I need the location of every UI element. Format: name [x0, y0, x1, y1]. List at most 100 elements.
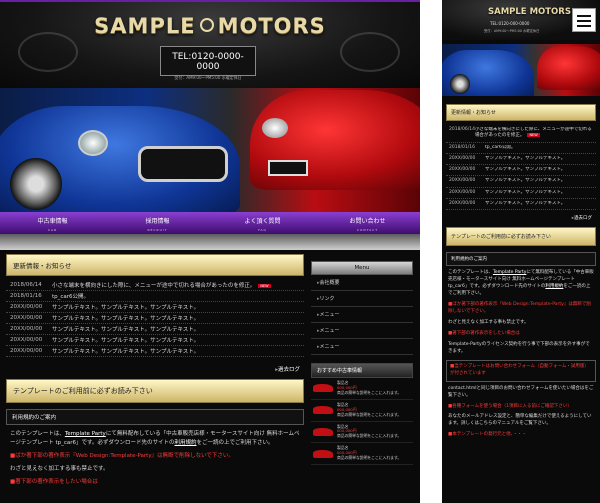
tel-number: TEL:0120-0000-0000 — [172, 52, 244, 72]
news-row: 20XX/00/00 サンプルテキスト。サンプルテキスト。 — [446, 176, 596, 188]
license-plate-icon — [268, 160, 308, 176]
mobile-hero-image — [442, 44, 600, 96]
global-nav: 中古車情報 CAR 採用情報 RECRUIT よく頂く質問 FAQ お問い合わせ CON… — [0, 212, 420, 234]
logo-text-right: MOTORS — [217, 14, 326, 38]
news-row: 20XX/00/00 サンプルテキスト。サンプルテキスト。 — [446, 154, 596, 166]
mobile-header: SAMPLE MOTORS TEL:0120-000-0000 受付：AM9:0… — [442, 0, 600, 40]
car-desc: 商品の簡単な説明をここに入れます。 — [337, 455, 402, 461]
mobile-news-list: 2018/06/14 小さな端末を横向きにした際に、メニューが途中で切れる場合があ… — [446, 125, 596, 211]
news-text: サンプルテキスト。サンプルテキスト。サンプルテキスト。 — [52, 327, 200, 333]
sidebar-item-menu[interactable]: メニュー — [311, 339, 413, 355]
sidebar-item-company[interactable]: 会社概要 — [311, 275, 413, 291]
mobile-past-log-link[interactable]: 過去ログ — [446, 215, 592, 221]
news-text[interactable]: tp_car6公開。 — [52, 292, 89, 300]
mobile-preview: SAMPLE MOTORS TEL:0120-000-0000 受付：AM9:0… — [442, 0, 600, 503]
terms-link[interactable]: 利用規約 — [545, 284, 563, 289]
news-date: 2018/01/16 — [449, 144, 475, 150]
mobile-license-note: Template-Partyのライセンス契約を行う事で下部の表示を外す事ができま… — [448, 342, 590, 355]
news-text: サンプルテキスト。サンプルテキスト。サンプルテキスト。 — [52, 338, 200, 344]
news-row: 20XX/00/00 サンプルテキスト。サンプルテキスト。サンプルテキスト。 — [6, 302, 304, 313]
news-row: 20XX/00/00 サンプルテキスト。サンプルテキスト。サンプルテキスト。 — [6, 324, 304, 335]
car-info: 製品名 000,000円 商品の簡単な説明をここに入れます。 — [337, 445, 402, 461]
mobile-terms-text: このテンプレートは、Template Partyにて無料配布している「中古車販売… — [448, 270, 594, 298]
mobile-tel: TEL:0120-000-0000 — [490, 21, 530, 26]
grille-icon — [138, 146, 228, 182]
menu-line — [577, 15, 591, 17]
hero-image — [0, 88, 420, 212]
red-car-illustration — [537, 46, 600, 90]
car-item[interactable]: 製品名 000,000円 商品の簡単な説明をここに入れます。 — [311, 400, 413, 422]
recommended-cars-title: おすすめ中古車情報 — [311, 363, 413, 378]
news-list: 2018/06/14 小さな端末を横向きにした際に、メニューが途中で切れる場合があ… — [6, 280, 304, 357]
mobile-form-note: contact.htmlと同じ項目のお問い合わせフォームを使いたい場合はをご覧下… — [448, 385, 594, 398]
mobile-content: 更新情報・お知らせ 2018/06/14 小さな端末を横向きにした際に、メニューが… — [446, 104, 596, 439]
hamburger-menu-icon[interactable] — [572, 8, 596, 32]
credit-note: わざと見えなく加工する事も禁止です。 — [10, 466, 109, 473]
nav-label: お問い合わせ — [349, 218, 386, 225]
ornament-right-icon — [340, 32, 400, 72]
desktop-preview: SAMPLE MOTORS TEL:0120-0000-0000 受付：AM9:0… — [0, 0, 420, 503]
mobile-terms-subheading: 利用規約のご案内 — [446, 252, 596, 267]
car-item[interactable]: 製品名 000,000円 商品の簡単な説明をここに入れます。 — [311, 443, 413, 466]
car-item[interactable]: 製品名 000,000円 商品の簡単な説明をここに入れます。 — [311, 378, 413, 400]
news-date: 20XX/00/00 — [10, 304, 43, 310]
nav-sub-label: CONTACT — [356, 228, 379, 232]
ornament-left-icon — [18, 32, 78, 72]
news-row: 20XX/00/00 サンプルテキスト。サンプルテキスト。 — [446, 165, 596, 177]
menu-line — [577, 25, 591, 27]
nav-item-faq[interactable]: よく頂く質問 FAQ — [210, 212, 315, 234]
mobile-credit-note: わざと見えなく加工する事も禁止です。 — [448, 320, 529, 326]
headlight-icon — [262, 118, 288, 138]
car-thumbnail — [313, 449, 333, 458]
credit-removal-note: ■著下部の著作表示をしたい場合は — [10, 479, 98, 486]
car-info: 製品名 000,000円 商品の簡単な説明をここに入れます。 — [337, 380, 401, 396]
car-thumbnail — [313, 427, 333, 436]
sidebar-item-menu[interactable]: メニュー — [311, 307, 413, 323]
terms-text-part: このテンプレートは、 — [448, 270, 493, 276]
nav-label: 中古車情報 — [37, 218, 68, 225]
car-item[interactable]: 製品名 000,000円 商品の簡単な説明をここに入れます。 — [311, 422, 413, 444]
logo-text-left: SAMPLE — [94, 14, 196, 38]
mobile-form-warning: ■各種フォームを使う場合（1項目に入る前にご確認下さい） — [448, 403, 572, 409]
mobile-hours: 受付：AM9:00〜PM5:00 水曜定休日 — [484, 29, 540, 33]
nav-item-car[interactable]: 中古車情報 CAR — [0, 212, 105, 234]
wheel-icon — [450, 74, 470, 94]
news-date: 20XX/00/00 — [449, 167, 476, 173]
template-party-link[interactable]: Template Party — [493, 270, 527, 275]
terms-subheading: 利用規約のご案内 — [6, 409, 304, 425]
new-badge: NEW — [258, 284, 271, 288]
mobile-template-notice-heading: テンプレートのご利用前に必ずお読み下さい — [446, 227, 596, 247]
car-desc: 商品の簡単な説明をここに入れます。 — [337, 411, 402, 417]
menu-line — [577, 20, 591, 22]
site-logo[interactable]: SAMPLE MOTORS — [0, 14, 420, 38]
sidebar-item-links[interactable]: リンク — [311, 291, 413, 307]
news-text[interactable]: tp_car6公開。 — [485, 145, 515, 151]
past-log-link[interactable]: 過去ログ — [6, 365, 300, 373]
nav-sub-label: CAR — [47, 228, 58, 232]
nav-label: 採用情報 — [145, 218, 170, 225]
news-text: 小さな端末を横向きにした際に、メニューが途中で切れる場合があったのを修正。 NEW — [475, 127, 593, 140]
news-row: 2018/01/16 tp_car6公開。 — [446, 143, 596, 154]
news-heading: 更新情報・お知らせ — [6, 254, 304, 276]
nav-sub-label: RECRUIT — [147, 228, 168, 232]
mobile-credit-removal-note: ■著下部の著作表示をしたい場合は — [448, 331, 520, 337]
terms-text: このテンプレートは、Template Partyにて無料配布している「中古車販売… — [10, 430, 300, 448]
template-party-link[interactable]: Template Party — [65, 431, 106, 437]
nav-item-contact[interactable]: お問い合わせ CONTACT — [315, 212, 420, 234]
news-date: 20XX/00/00 — [10, 315, 43, 321]
new-badge: NEW — [527, 133, 540, 138]
news-date: 2018/06/14 — [449, 127, 475, 132]
nav-shadow — [0, 234, 420, 250]
business-hours: 受付：AM9:00〜PM5:00 水曜定休日 — [174, 75, 242, 80]
mobile-logo[interactable]: SAMPLE MOTORS — [488, 7, 571, 17]
sidebar-item-menu[interactable]: メニュー — [311, 323, 413, 339]
news-text: サンプルテキスト。サンプルテキスト。 — [485, 178, 566, 184]
news-date: 20XX/00/00 — [449, 178, 476, 184]
car-thumbnail — [313, 406, 333, 415]
headlight-icon — [78, 130, 108, 156]
mobile-form-manual: あなたのメールアドレス設定と、簡単な編集だけで使えるようにしています。詳しくはこ… — [448, 414, 592, 427]
nav-item-recruit[interactable]: 採用情報 RECRUIT — [105, 212, 210, 234]
template-notice-heading: テンプレートのご利用前に必ずお読み下さい — [6, 379, 304, 403]
terms-link[interactable]: 利用規約 — [174, 440, 196, 446]
main-content: 更新情報・お知らせ 2018/06/14 小さな端末を横向きにした際に、メニューが… — [6, 254, 304, 487]
